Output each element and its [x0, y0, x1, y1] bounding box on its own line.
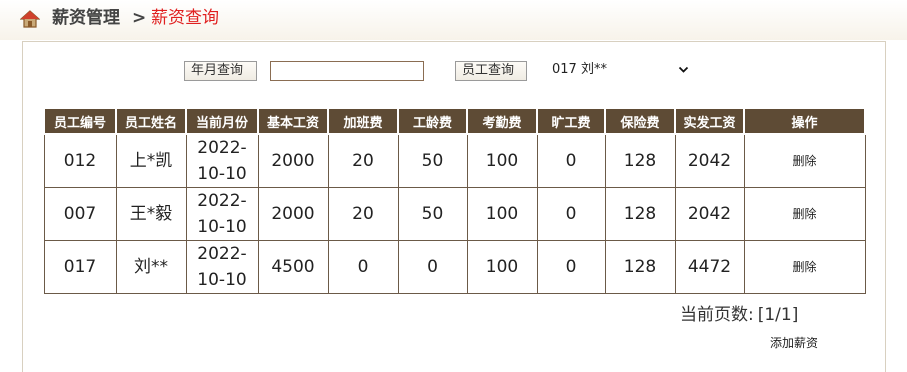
month-input[interactable]	[270, 61, 424, 81]
staff-search-button[interactable]: 员工查询	[455, 61, 527, 81]
cell-id: 012	[43, 133, 117, 188]
table-row: 017 刘** 2022-10-10 4500 0 0 100 0 128 44…	[43, 240, 866, 294]
column-header: 保险费	[604, 109, 676, 135]
cell-month: 2022-10-10	[185, 133, 259, 188]
add-salary-link[interactable]: 添加薪资	[770, 334, 818, 351]
cell-absence: 0	[536, 240, 606, 294]
breadcrumb-current: 薪资查询	[151, 8, 219, 28]
page-indicator: 当前页数: [1/1]	[680, 300, 798, 325]
cell-insurance: 128	[604, 133, 676, 188]
month-search-button[interactable]: 年月查询	[184, 61, 257, 81]
cell-insurance: 128	[604, 187, 676, 241]
cell-absence: 0	[536, 133, 606, 188]
breadcrumb-section[interactable]: 薪资管理	[52, 8, 120, 28]
salary-table: 员工编号 员工姓名 当前月份 基本工资 加班费 工龄费 考勤费 旷工费 保险费 …	[43, 109, 866, 294]
cell-attendance: 100	[466, 133, 538, 188]
cell-overtime: 0	[327, 240, 399, 294]
table-row: 007 王*毅 2022-10-10 2000 20 50 100 0 128 …	[43, 187, 866, 241]
cell-id: 017	[43, 240, 117, 294]
cell-seniority: 0	[397, 240, 468, 294]
cell-net: 4472	[674, 240, 745, 294]
cell-attendance: 100	[466, 187, 538, 241]
column-header: 员工编号	[43, 109, 117, 135]
staff-select[interactable]: 017 刘**	[544, 58, 690, 82]
cell-insurance: 128	[604, 240, 676, 294]
staff-select-value: 017 刘**	[552, 62, 607, 77]
cell-seniority: 50	[397, 133, 468, 188]
chevron-down-icon	[678, 66, 689, 73]
column-header: 旷工费	[536, 109, 606, 135]
delete-link[interactable]: 删除	[743, 133, 866, 188]
cell-overtime: 20	[327, 133, 399, 188]
cell-name: 刘**	[115, 240, 187, 294]
column-header: 考勤费	[466, 109, 538, 135]
table-row: 012 上*凯 2022-10-10 2000 20 50 100 0 128 …	[43, 133, 866, 188]
top-bar: 薪资管理 > 薪资查询	[0, 0, 907, 40]
cell-base: 4500	[257, 240, 329, 294]
column-header: 当前月份	[185, 109, 259, 135]
cell-overtime: 20	[327, 187, 399, 241]
cell-month: 2022-10-10	[185, 240, 259, 294]
delete-link[interactable]: 删除	[743, 240, 866, 294]
cell-name: 上*凯	[115, 133, 187, 188]
breadcrumb-separator: >	[132, 8, 147, 28]
table-header-row: 员工编号 员工姓名 当前月份 基本工资 加班费 工龄费 考勤费 旷工费 保险费 …	[43, 109, 866, 135]
column-header: 实发工资	[674, 109, 745, 135]
cell-net: 2042	[674, 133, 745, 188]
page-indicator-label: 当前页数:	[680, 305, 754, 325]
column-header: 加班费	[327, 109, 399, 135]
cell-seniority: 50	[397, 187, 468, 241]
delete-link[interactable]: 删除	[743, 187, 866, 241]
cell-attendance: 100	[466, 240, 538, 294]
cell-base: 2000	[257, 187, 329, 241]
column-header: 操作	[743, 109, 866, 135]
cell-month: 2022-10-10	[185, 187, 259, 241]
home-icon	[20, 10, 40, 28]
cell-absence: 0	[536, 187, 606, 241]
page-indicator-value: [1/1]	[757, 305, 799, 325]
column-header: 基本工资	[257, 109, 329, 135]
cell-base: 2000	[257, 133, 329, 188]
column-header: 员工姓名	[115, 109, 187, 135]
cell-name: 王*毅	[115, 187, 187, 241]
cell-id: 007	[43, 187, 117, 241]
column-header: 工龄费	[397, 109, 468, 135]
cell-net: 2042	[674, 187, 745, 241]
